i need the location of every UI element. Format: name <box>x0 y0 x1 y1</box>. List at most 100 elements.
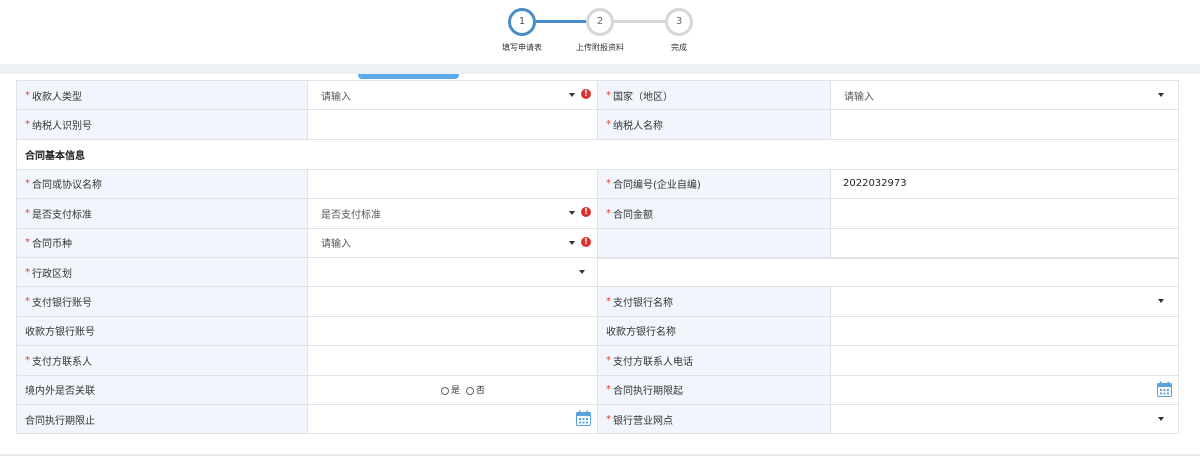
required-mark: * <box>606 178 611 190</box>
application-form: * 收款人类型 请输入 ! * 国家（地区） 请输入 * 纳税人识别号 * 纳税… <box>16 80 1179 435</box>
currency-label: * 合同币种 <box>16 228 307 257</box>
admin-region-label: * 行政区划 <box>16 257 307 287</box>
step-2[interactable]: 2 上传附报资料 <box>560 8 640 53</box>
radio-circle-icon <box>465 386 474 395</box>
required-mark: * <box>606 413 611 425</box>
required-mark: * <box>606 354 611 366</box>
step-2-label: 上传附报资料 <box>576 43 624 52</box>
payer-contact-input[interactable] <box>307 346 597 375</box>
pay-bank-account-input[interactable] <box>307 287 597 316</box>
required-mark: * <box>25 178 30 190</box>
pay-standard-select[interactable]: 是否支付标准 ! <box>307 199 597 228</box>
required-mark: * <box>606 296 611 308</box>
form-row: 收款方银行账号 收款方银行名称 <box>16 316 1179 347</box>
empty-region-cell <box>597 257 1179 287</box>
currency-select[interactable]: 请输入 ! <box>307 228 597 257</box>
related-label: 境内外是否关联 <box>16 375 307 404</box>
step-1-circle: 1 <box>508 8 536 36</box>
country-select[interactable]: 请输入 <box>830 81 1179 110</box>
contract-no-label: * 合同编号(企业自编) <box>597 169 830 199</box>
related-radio-group: 是 否 <box>307 375 597 404</box>
form-row: 合同执行期限止 * 银行营业网点 <box>16 404 1179 435</box>
required-mark: * <box>606 119 611 131</box>
contract-no-input[interactable]: 2022032973 <box>830 169 1179 199</box>
step-3-label: 完成 <box>671 43 687 52</box>
contract-name-label: * 合同或协议名称 <box>16 169 307 199</box>
payee-type-select[interactable]: 请输入 ! <box>307 81 597 110</box>
contract-end-date-input[interactable] <box>307 404 597 434</box>
pay-standard-label: * 是否支付标准 <box>16 199 307 228</box>
step-1-label: 填写申请表 <box>502 43 542 52</box>
payer-contact-phone-label: * 支付方联系人电话 <box>597 346 830 375</box>
payer-contact-phone-input[interactable] <box>830 346 1179 375</box>
taxpayer-id-input[interactable] <box>307 110 597 139</box>
required-mark: * <box>606 384 611 396</box>
contract-start-label: * 合同执行期限起 <box>597 375 830 404</box>
section-title-contract: 合同基本信息 <box>16 139 1179 170</box>
chevron-down-icon <box>579 269 585 274</box>
payee-bank-account-label: 收款方银行账号 <box>16 316 307 346</box>
chevron-down-icon <box>1158 299 1164 304</box>
pay-bank-name-select[interactable] <box>830 287 1179 316</box>
form-row: * 纳税人识别号 * 纳税人名称 <box>16 110 1179 140</box>
contract-amount-label: * 合同金额 <box>597 199 830 228</box>
empty-label-cell <box>597 228 830 257</box>
step-3-circle: 3 <box>665 8 693 36</box>
form-row: * 支付银行账号 * 支付银行名称 <box>16 287 1179 317</box>
progress-stepper: 1 填写申请表 2 上传附报资料 3 完成 <box>0 0 1200 64</box>
required-mark: * <box>25 119 30 131</box>
form-row: * 是否支付标准 是否支付标准 ! * 合同金额 <box>16 199 1179 229</box>
required-mark: * <box>606 89 611 101</box>
form-row: * 合同或协议名称 * 合同编号(企业自编) 2022032973 <box>16 169 1179 200</box>
separator-band <box>0 64 1200 74</box>
payee-bank-name-label: 收款方银行名称 <box>597 316 830 346</box>
radio-circle-icon <box>440 386 449 395</box>
payee-bank-name-input[interactable] <box>830 316 1179 346</box>
contract-end-label: 合同执行期限止 <box>16 404 307 434</box>
required-mark: * <box>25 237 30 249</box>
chevron-down-icon <box>1158 416 1164 421</box>
active-tab-indicator <box>358 74 459 79</box>
payer-contact-label: * 支付方联系人 <box>16 346 307 375</box>
step-3[interactable]: 3 完成 <box>639 8 719 53</box>
country-label: * 国家（地区） <box>597 81 830 110</box>
required-mark: * <box>25 89 30 101</box>
required-mark: * <box>25 207 30 219</box>
payee-type-label: * 收款人类型 <box>16 81 307 110</box>
calendar-icon[interactable] <box>1157 381 1172 397</box>
error-icon: ! <box>581 207 591 218</box>
error-icon: ! <box>581 236 591 247</box>
error-icon: ! <box>581 89 591 99</box>
chevron-down-icon <box>569 240 575 245</box>
form-row: 境内外是否关联 是 否 * 合同执行期限起 <box>16 375 1179 405</box>
chevron-down-icon <box>569 93 575 97</box>
step-2-circle: 2 <box>586 8 614 36</box>
required-mark: * <box>606 207 611 219</box>
form-row: * 合同币种 请输入 ! <box>16 228 1179 258</box>
radio-no[interactable]: 否 <box>465 383 485 396</box>
required-mark: * <box>25 296 30 308</box>
admin-region-select[interactable] <box>307 257 597 287</box>
contract-name-input[interactable] <box>307 169 597 199</box>
taxpayer-id-label: * 纳税人识别号 <box>16 110 307 139</box>
chevron-down-icon <box>569 211 575 216</box>
bank-branch-select[interactable] <box>830 404 1179 434</box>
calendar-icon[interactable] <box>576 410 591 426</box>
taxpayer-name-input[interactable] <box>830 110 1179 139</box>
pay-bank-name-label: * 支付银行名称 <box>597 287 830 316</box>
taxpayer-name-label: * 纳税人名称 <box>597 110 830 139</box>
pay-bank-account-label: * 支付银行账号 <box>16 287 307 316</box>
related-radios: 是 否 <box>440 383 485 396</box>
form-row: * 收款人类型 请输入 ! * 国家（地区） 请输入 <box>16 81 1179 111</box>
step-1[interactable]: 1 填写申请表 <box>482 8 562 53</box>
form-row: * 行政区划 <box>16 257 1179 288</box>
required-mark: * <box>25 266 30 278</box>
empty-value-cell <box>830 228 1179 257</box>
form-row: * 支付方联系人 * 支付方联系人电话 <box>16 346 1179 376</box>
required-mark: * <box>25 354 30 366</box>
chevron-down-icon <box>1158 93 1164 97</box>
contract-amount-input[interactable] <box>830 199 1179 228</box>
radio-yes[interactable]: 是 <box>440 383 460 396</box>
contract-start-date-input[interactable] <box>830 375 1179 404</box>
payee-bank-account-input[interactable] <box>307 316 597 346</box>
